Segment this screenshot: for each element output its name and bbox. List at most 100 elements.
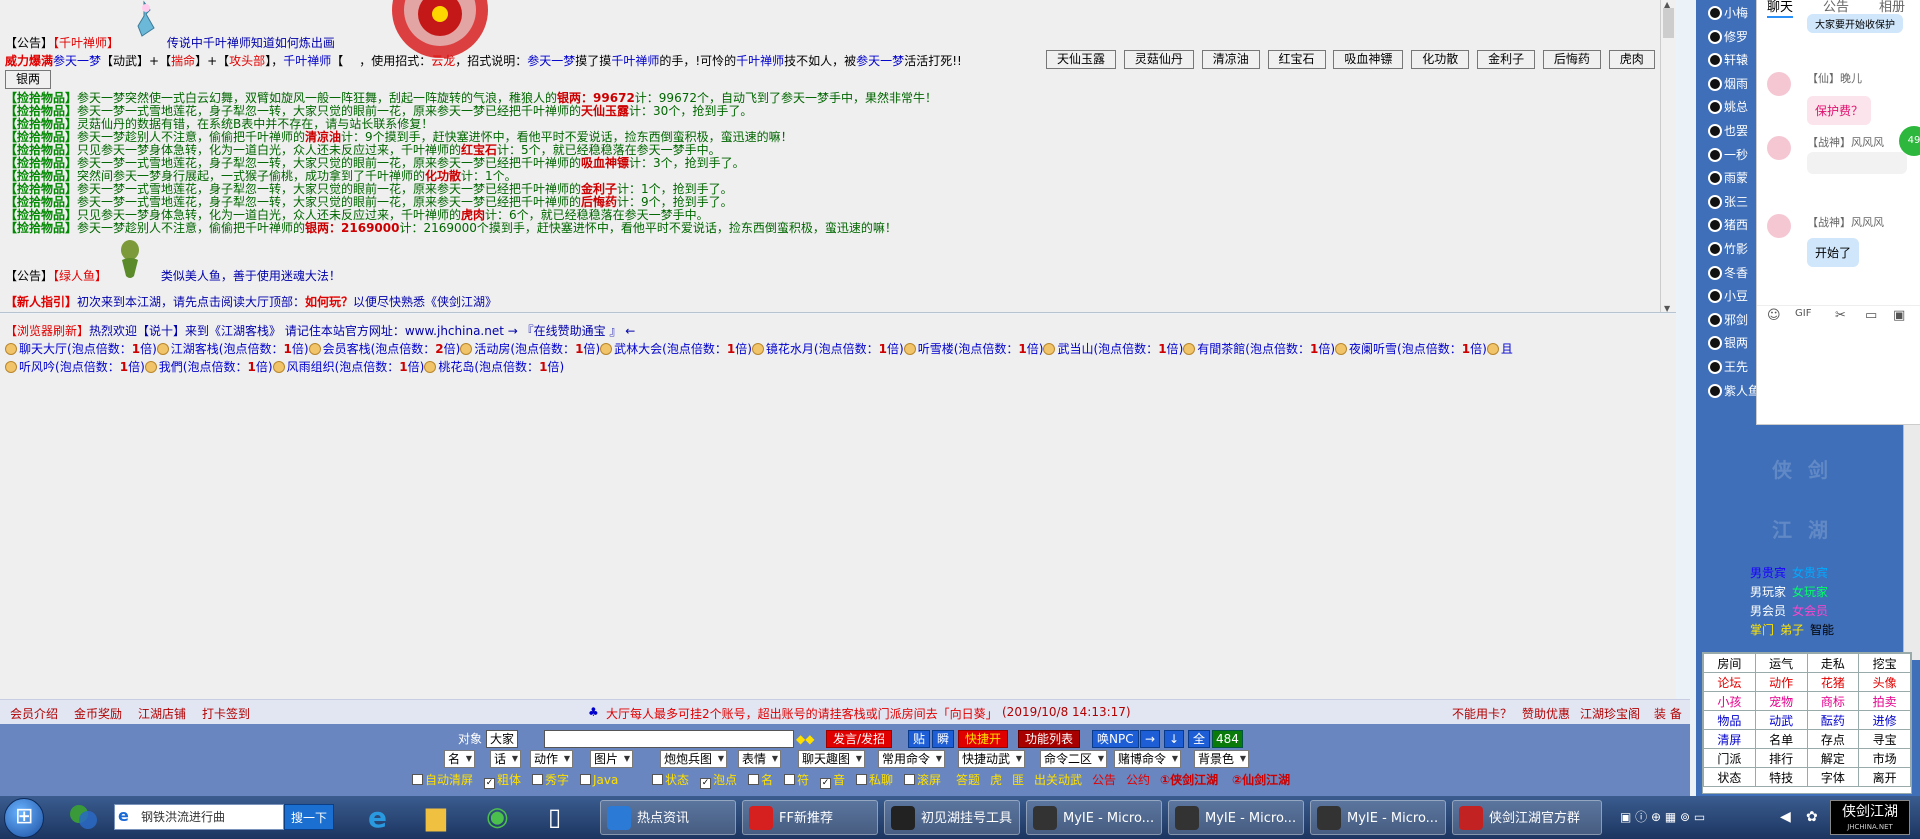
member-intro-link[interactable]: 会员介绍 <box>10 705 58 722</box>
scroll-thumb[interactable] <box>1663 8 1674 38</box>
equipment-link[interactable]: 装 备 <box>1654 705 1682 722</box>
checkbox-box[interactable]: ✓ <box>820 778 831 789</box>
checkbox-box[interactable]: ✓ <box>700 778 711 789</box>
user-entry[interactable]: 烟雨 <box>1708 75 1748 92</box>
search-button[interactable]: 搜一下 <box>284 804 334 830</box>
chrome-icon[interactable]: ◉ <box>486 800 509 835</box>
user-entry[interactable]: 竹影 <box>1708 240 1748 257</box>
checkbox-box[interactable] <box>532 774 543 785</box>
call-npc-button[interactable]: 唤NPC <box>1092 730 1139 748</box>
user-entry[interactable]: 冬香 <box>1708 264 1748 281</box>
checkbox-box[interactable] <box>412 774 423 785</box>
taskbar-window[interactable]: MyIE - Micro... <box>1168 800 1304 835</box>
option-checkbox[interactable]: Java <box>580 772 618 790</box>
menu-item[interactable]: 进修 <box>1858 710 1911 730</box>
menu-item[interactable]: 寻宝 <box>1858 729 1911 749</box>
game-link[interactable]: ①侠剑江湖 <box>1160 772 1218 790</box>
chat-scrollbar[interactable]: ▲ ▼ <box>1660 0 1676 312</box>
room-link[interactable]: 镜花水月(泡点倍数：1倍) <box>751 342 904 356</box>
checkbox-box[interactable]: ✓ <box>484 778 495 789</box>
menu-item[interactable]: 酝药 <box>1806 710 1860 730</box>
item-button[interactable]: 清凉油 <box>1201 50 1260 69</box>
user-entry[interactable]: 张三 <box>1708 193 1748 210</box>
menu-item[interactable]: 名单 <box>1754 729 1808 749</box>
option-checkbox[interactable]: 自动清屏 <box>412 772 473 790</box>
command-dropdown[interactable]: 快捷动武 <box>958 750 1026 768</box>
taskbar-window[interactable]: MyIE - Micro... <box>1026 800 1162 835</box>
option-checkbox[interactable]: 符 <box>784 772 809 790</box>
menu-item[interactable]: 特技 <box>1754 767 1808 787</box>
item-button[interactable]: 化功散 <box>1411 50 1470 69</box>
item-button[interactable]: 后悔药 <box>1542 50 1601 69</box>
quick-fight-button[interactable]: 快捷开 <box>958 730 1009 748</box>
checkbox-box[interactable] <box>748 774 759 785</box>
checkbox-box[interactable] <box>904 774 915 785</box>
gif-icon[interactable]: GIF <box>1795 308 1811 319</box>
command-dropdown[interactable]: 炮炮兵图 <box>660 750 728 768</box>
tab-announcement[interactable]: 公告 <box>1823 0 1849 15</box>
app-switch-icon[interactable] <box>64 800 104 835</box>
command-dropdown[interactable]: 聊天趣图 <box>798 750 866 768</box>
room-link[interactable]: 聊天大厅(泡点倍数：1倍) <box>5 342 157 356</box>
tray-logo[interactable]: 侠剑江湖 JHCHINA.NET <box>1830 800 1910 835</box>
volume-icon[interactable]: ◀ <box>1780 800 1791 835</box>
message-input[interactable] <box>544 730 794 748</box>
emoji-icon[interactable]: ☺ <box>1767 308 1781 323</box>
quick-link[interactable]: 公告 <box>1092 772 1116 790</box>
menu-item[interactable]: 物品 <box>1703 710 1756 730</box>
avatar[interactable] <box>1767 214 1791 238</box>
user-entry[interactable]: 也罢 <box>1708 122 1748 139</box>
room-link[interactable]: 我們(泡点倍数：1倍) <box>144 360 273 374</box>
shop-link[interactable]: 江湖店铺 <box>138 705 186 722</box>
taskbar-window[interactable]: 热点资讯 <box>600 800 736 835</box>
command-dropdown[interactable]: 常用命令 <box>878 750 946 768</box>
checkbox-box[interactable] <box>856 774 867 785</box>
menu-item[interactable]: 清屏 <box>1703 729 1756 749</box>
user-entry[interactable]: 小豆 <box>1708 287 1748 304</box>
menu-item[interactable]: 走私 <box>1806 653 1860 673</box>
function-list-button[interactable]: 功能列表 <box>1018 730 1081 748</box>
room-link[interactable]: 江湖客栈(泡点倍数：1倍) <box>156 342 309 356</box>
image-icon[interactable]: ▣ <box>1893 308 1905 323</box>
room-link[interactable]: 桃花岛(泡点倍数：1倍) <box>424 360 564 374</box>
command-dropdown[interactable]: 动作 <box>530 750 574 768</box>
taskbar-window[interactable]: 侠剑江湖官方群 <box>1452 800 1602 835</box>
menu-item[interactable]: 动武 <box>1754 710 1808 730</box>
send-button[interactable]: 发言/发招 <box>826 730 893 748</box>
command-dropdown[interactable]: 赌博命令 <box>1114 750 1182 768</box>
arrows-icon[interactable]: ◆◆ <box>796 731 814 749</box>
menu-item[interactable]: 存点 <box>1806 729 1860 749</box>
tray-app-icon[interactable]: ✿ <box>1806 800 1818 835</box>
announce-npc[interactable]: 【千叶禅师】 <box>53 36 119 50</box>
item-button[interactable]: 银两 <box>5 70 52 89</box>
menu-item[interactable]: 解定 <box>1806 748 1860 768</box>
game-link[interactable]: ②仙剑江湖 <box>1232 772 1290 790</box>
command-dropdown[interactable]: 图片 <box>590 750 634 768</box>
avatar[interactable] <box>1767 136 1791 160</box>
menu-item[interactable]: 小孩 <box>1703 691 1756 711</box>
room-link[interactable]: 听风吟(泡点倍数：1倍) <box>5 360 145 374</box>
option-checkbox[interactable]: 名 <box>748 772 773 790</box>
taskbar-window[interactable]: FF新推荐 <box>742 800 878 835</box>
user-entry[interactable]: 修罗 <box>1708 28 1748 45</box>
paste-button[interactable]: 贴 <box>908 730 931 748</box>
option-checkbox[interactable]: 状态 <box>652 772 689 790</box>
room-link[interactable]: 活动房(泡点倍数：1倍) <box>460 342 600 356</box>
scroll-down-icon[interactable]: ▼ <box>1664 304 1670 312</box>
item-button[interactable]: 红宝石 <box>1267 50 1326 69</box>
user-entry[interactable]: 雨蒙 <box>1708 169 1748 186</box>
option-checkbox[interactable]: ✓ 泡点 <box>700 772 737 790</box>
menu-item[interactable]: 动作 <box>1754 672 1808 692</box>
actor-name[interactable]: 参天一梦 <box>856 54 904 68</box>
folder-icon[interactable]: ▆ <box>426 800 446 835</box>
ie-browser-icon[interactable]: e <box>368 800 387 835</box>
room-link[interactable]: 风雨组织(泡点倍数：1倍) <box>272 360 424 374</box>
option-checkbox[interactable]: 秀字 <box>532 772 569 790</box>
option-checkbox[interactable]: 私聊 <box>856 772 893 790</box>
image-bubble[interactable] <box>1807 152 1907 174</box>
folder-icon[interactable]: ▭ <box>1865 308 1877 323</box>
menu-item[interactable]: 宠物 <box>1754 691 1808 711</box>
npc-name[interactable]: 千叶禅师 <box>611 54 659 68</box>
room-link[interactable]: 且 <box>1486 342 1513 356</box>
menu-item[interactable]: 市场 <box>1858 748 1911 768</box>
